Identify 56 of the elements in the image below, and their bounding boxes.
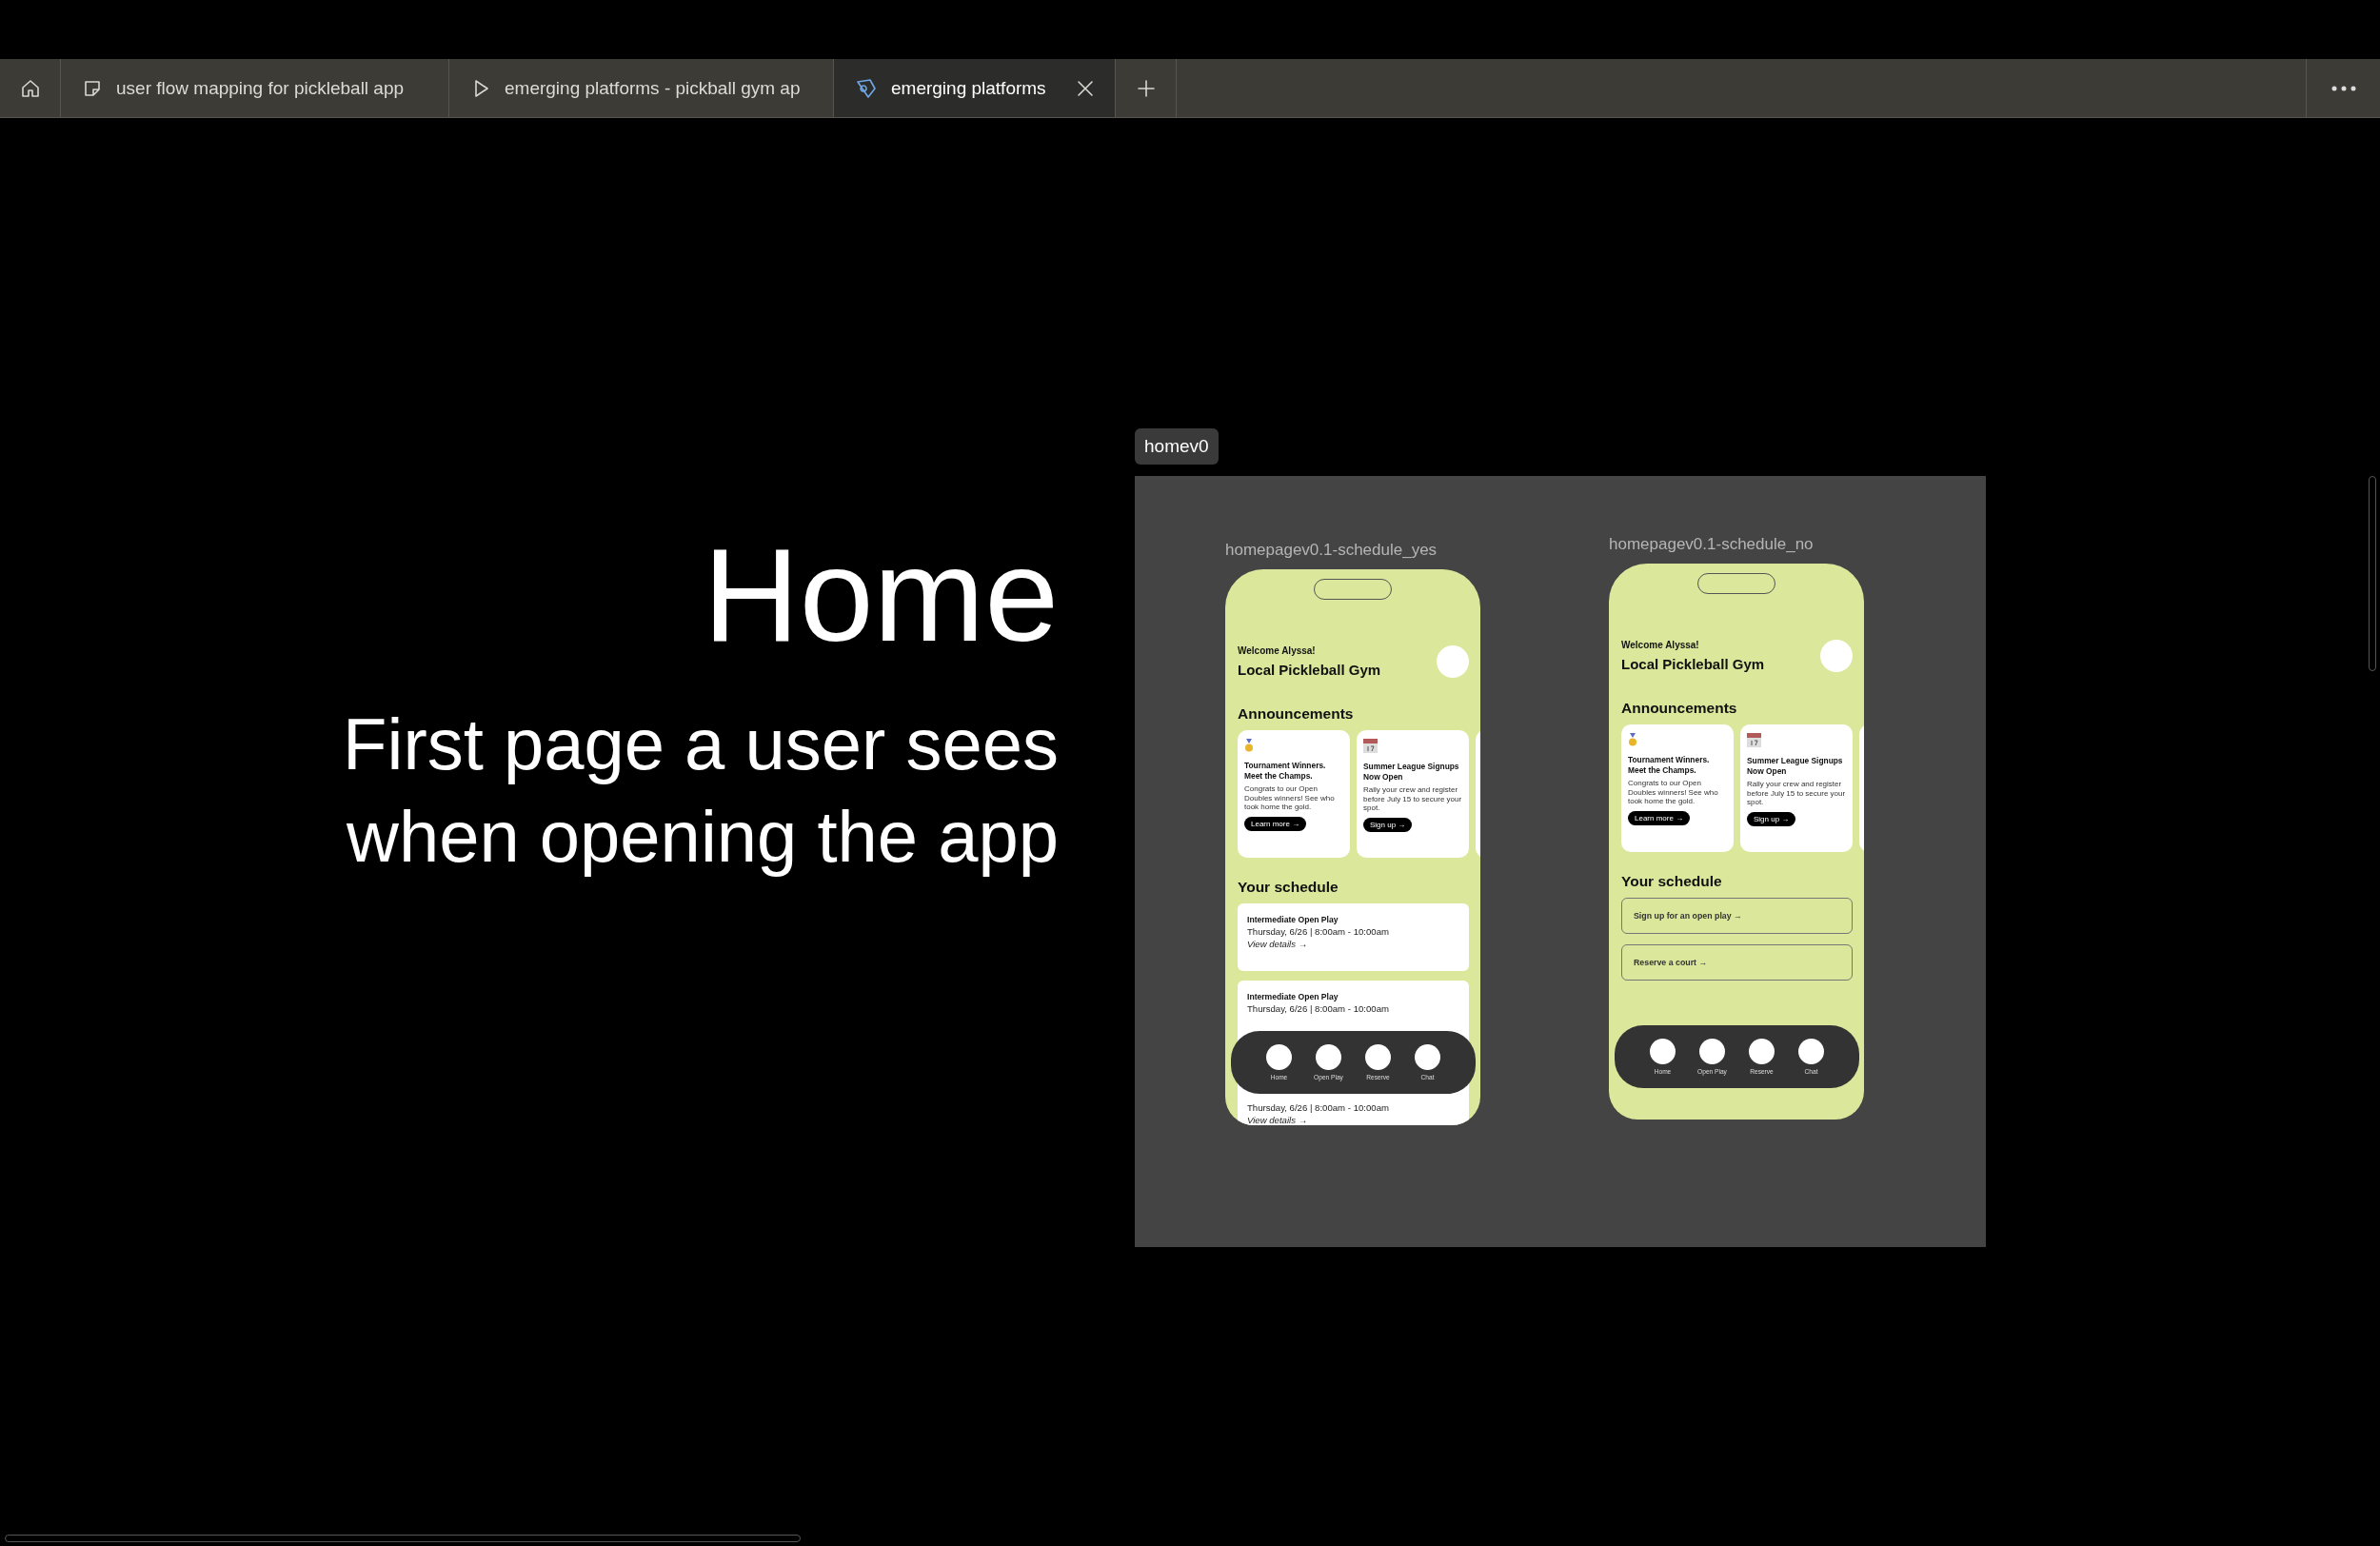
announcement-title: Tournament Winners. Meet the Champs. [1244,761,1327,781]
nav-icon[interactable] [1798,1039,1824,1064]
frame-label: homepagev0.1-schedule_no [1609,535,1815,554]
tab-label: emerging platforms [891,77,1047,99]
medal-icon [1628,733,1637,746]
announcement-text: Congrats to our Open Doubles winners! See who took home the gold. [1628,779,1719,806]
nav-icon[interactable] [1415,1044,1440,1070]
welcome-text: Welcome Alyssa! [1621,640,1700,650]
page-heading: Home [703,519,1059,671]
announcement-title: Summer League Signups Now Open [1747,756,1844,776]
welcome-text: Welcome Alyssa! [1238,645,1317,656]
announcement-text: Congrats to our Open Doubles winners! See who took home the gold. [1244,784,1336,812]
section-heading: Announcements [1621,700,1738,717]
announcement-title: Tournament Winners. Meet the Champs. [1628,755,1711,775]
action-button[interactable]: Sign up for an open play → [1621,898,1853,934]
tab-label: emerging platforms - pickball gym ap [505,77,802,99]
event-date: Thursday, 6/26 | 8:00am - 10:00am [1247,1003,1390,1014]
frame-label: homepagev0.1-schedule_yes [1225,541,1438,560]
section-heading: Your schedule [1238,879,1339,896]
details-link[interactable]: View details → [1247,939,1459,949]
announcement-button[interactable]: Learn more → [1628,810,1691,825]
more-icon[interactable] [2330,85,2356,91]
calendar-icon [1747,733,1761,747]
section-label[interactable]: homev0 [1135,428,1219,465]
page-description: First page a user sees when opening the app [342,703,1059,879]
event-title: Intermediate Open Play [1247,992,1339,1001]
event-date: Thursday, 6/26 | 8:00am - 10:00am [1247,1102,1390,1113]
nav-icon[interactable] [1699,1039,1725,1064]
announcement-text: Rally your crew and register before July 15 to secure your spot. [1363,785,1462,813]
event-date: Thursday, 6/26 | 8:00am - 10:00am [1247,926,1390,937]
home-icon [19,77,41,99]
event-title: Intermediate Open Play [1247,915,1339,924]
announcement-button[interactable]: Sign up → [1363,817,1413,832]
medal-icon [1244,739,1254,752]
nav-icon[interactable] [1650,1039,1676,1064]
gym-title: Local Pickleball Gym [1238,662,1381,678]
details-link[interactable]: View details → [1247,1115,1459,1125]
calendar-icon [1363,739,1378,753]
nav-icon[interactable] [1749,1039,1775,1064]
pen-icon [855,76,878,100]
announcement-text: Rally your crew and register before July 15 to secure your spot. [1747,780,1846,807]
announcement-title: Summer League Signups Now Open [1363,762,1460,782]
close-icon[interactable] [1077,79,1094,97]
gym-title: Local Pickleball Gym [1621,656,1765,672]
section-heading: Your schedule [1621,873,1723,890]
section-heading: Announcements [1238,705,1355,723]
plus-icon[interactable] [1136,78,1156,98]
nav-icon[interactable] [1266,1044,1292,1070]
action-button[interactable]: Reserve a court → [1621,944,1853,981]
file-tab[interactable]: user flow mapping for pickleball app [61,59,449,117]
announcement-button[interactable]: Learn more → [1244,816,1307,831]
tab-label: user flow mapping for pickleball app [116,77,406,99]
nav-icon[interactable] [1365,1044,1391,1070]
announcement-button[interactable]: Sign up → [1747,811,1796,826]
file-tab[interactable]: emerging platforms [834,59,1116,117]
nav-icon[interactable] [1316,1044,1341,1070]
